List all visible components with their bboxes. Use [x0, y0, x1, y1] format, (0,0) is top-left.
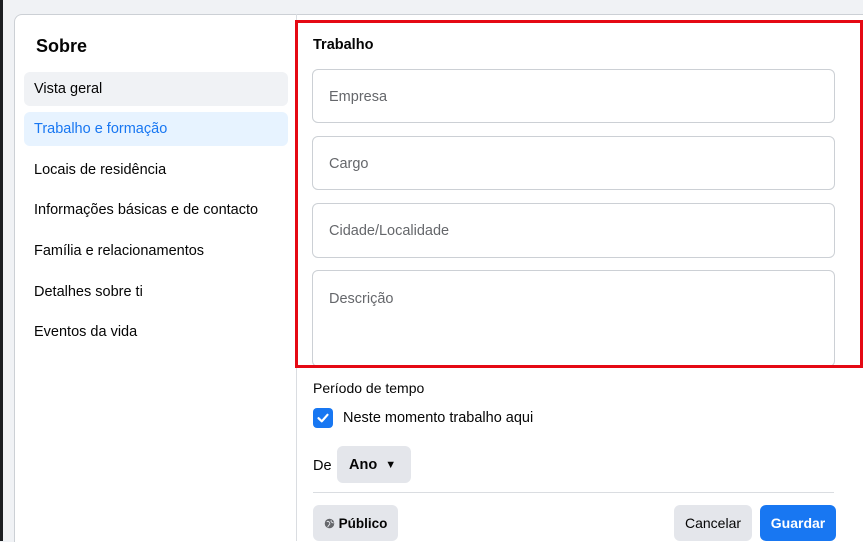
footer-divider	[313, 492, 834, 493]
position-input[interactable]	[329, 154, 822, 174]
city-field	[312, 203, 835, 258]
year-dropdown[interactable]: Ano ▼	[337, 446, 411, 483]
year-dropdown-value: Ano	[349, 456, 378, 473]
city-input[interactable]	[329, 221, 822, 241]
cancel-button[interactable]: Cancelar	[674, 505, 752, 541]
description-input[interactable]	[329, 291, 822, 351]
from-label: De	[313, 458, 332, 474]
sidebar-item-contact-info[interactable]: Informações básicas e de contacto	[24, 193, 288, 227]
position-field	[312, 136, 835, 190]
sidebar-item-details[interactable]: Detalhes sobre ti	[24, 275, 288, 309]
audience-label: Público	[338, 515, 388, 531]
company-input[interactable]	[329, 87, 822, 107]
sidebar-item-life-events[interactable]: Eventos da vida	[24, 315, 288, 349]
sidebar-item-overview[interactable]: Vista geral	[24, 72, 288, 106]
globe-icon	[324, 518, 334, 528]
description-field	[312, 270, 835, 367]
work-section-title: Trabalho	[313, 37, 374, 53]
save-button[interactable]: Guardar	[760, 505, 836, 541]
sidebar-item-family[interactable]: Família e relacionamentos	[24, 234, 288, 268]
audience-button[interactable]: Público	[313, 505, 398, 541]
company-field	[312, 69, 835, 123]
caret-down-icon: ▼	[385, 458, 397, 471]
about-sidebar: Sobre Vista geral Trabalho e formação Lo…	[16, 14, 297, 541]
current-job-checkbox[interactable]	[313, 408, 333, 428]
sidebar-title: Sobre	[36, 36, 88, 56]
time-period-label: Período de tempo	[313, 380, 425, 396]
check-icon	[317, 413, 329, 423]
sidebar-item-work-education[interactable]: Trabalho e formação	[24, 112, 288, 146]
current-job-label[interactable]: Neste momento trabalho aqui	[343, 410, 533, 426]
window-edge	[0, 0, 3, 541]
sidebar-item-places-lived[interactable]: Locais de residência	[24, 153, 288, 187]
